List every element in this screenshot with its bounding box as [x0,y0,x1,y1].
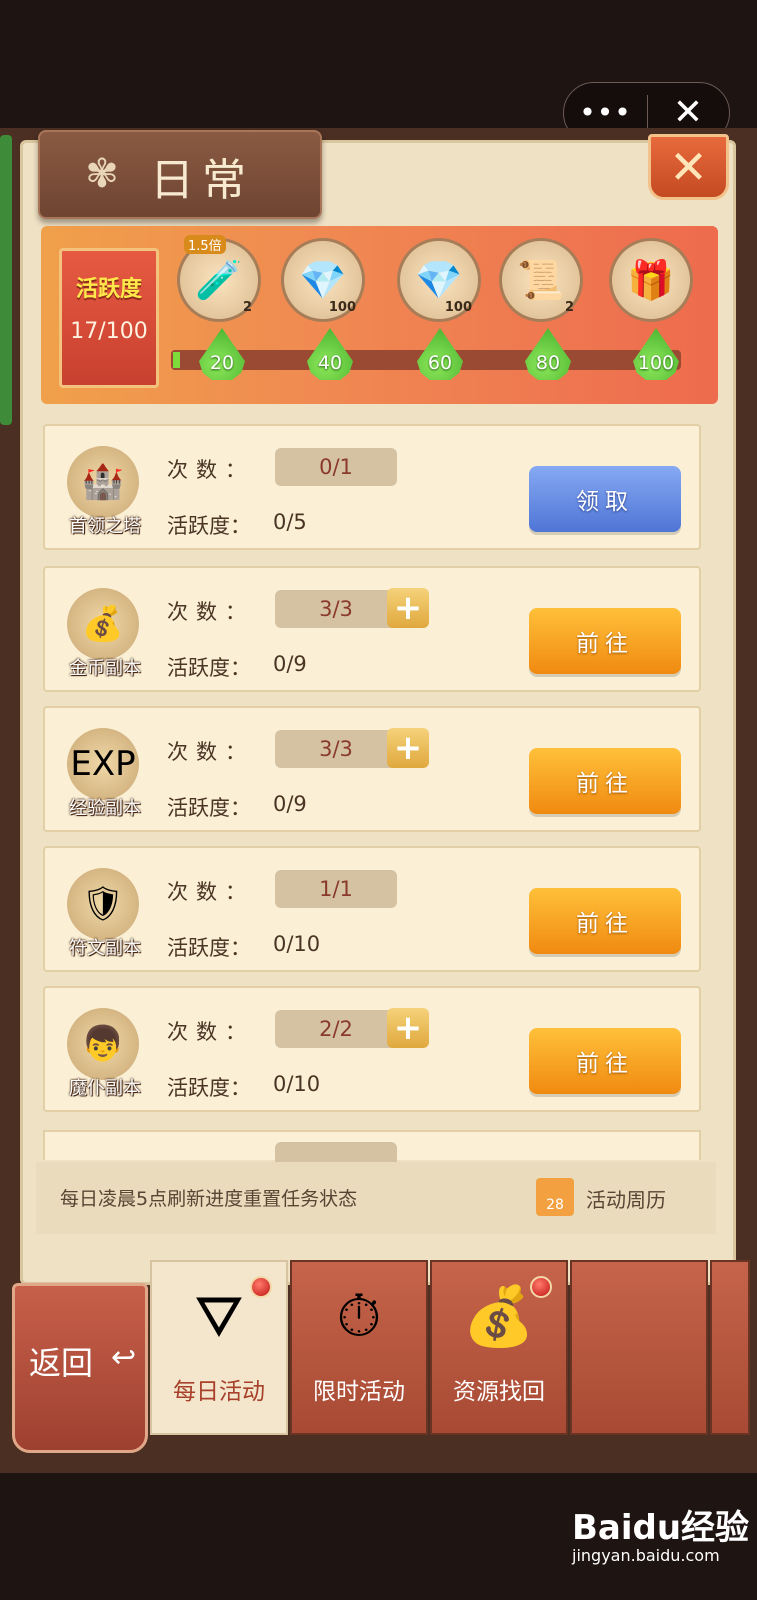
tab-item[interactable]: 💰 资源找回 [430,1260,568,1435]
times-value: 1/1 [275,870,397,908]
calendar-icon[interactable]: 28 [536,1178,574,1216]
back-label: 返回 [29,1344,94,1382]
add-times-button[interactable]: + [387,1008,429,1048]
times-label: 次数： [167,1020,254,1044]
tab-label: 每日活动 [173,1379,265,1405]
milestone-value: 80 [535,352,561,374]
activity-points-label: 活跃度： [167,656,251,680]
times-value: 3/3 [275,730,397,768]
gold-coins-icon: 💰 [67,588,139,660]
reward-count: 2 [242,300,252,315]
panel-title: 日常 [150,155,254,206]
refresh-note: 每日凌晨5点刷新进度重置任务状态 [60,1188,358,1210]
reward-multiplier-tag: 1.5倍 [184,235,226,254]
watermark-url: jingyan.baidu.com [572,1546,720,1565]
activity-value: 17/100 [70,319,148,344]
add-times-button[interactable]: + [387,588,429,628]
reward-count: 100 [328,300,356,315]
watermark-brand: Baidu经验 [572,1508,750,1548]
task-name: 金币副本 [69,658,141,679]
notification-dot [530,1276,552,1298]
milestone-value: 100 [637,352,675,374]
tab-item[interactable]: ⛛ 每日活动 [150,1260,288,1435]
milestone-value: 20 [209,352,235,374]
tab-empty-slot [570,1260,708,1435]
task-name: 首领之塔 [69,516,141,537]
go-button[interactable]: 前往 [529,608,681,674]
task-card: 💰 金币副本 次数： 3/3 + 活跃度： 0/9 前往 [43,566,701,692]
times-value: 3/3 [275,590,397,628]
exp-orb-icon: EXP [67,728,139,800]
task-card-partial [43,1130,701,1162]
reward-slot[interactable]: 💎 100 [397,238,481,322]
activity-points-value: 0/10 [273,932,321,956]
go-button[interactable]: 前往 [529,1028,681,1094]
activity-points-value: 0/10 [273,1072,321,1096]
panel-title-tab: ✾ 日常 [38,130,322,219]
activity-progress-fill [173,352,180,368]
go-button[interactable]: 前往 [529,748,681,814]
activity-reward-band: 活跃度 17/100 🧪 2 1.5倍 💎 100 💎 100 📜 2 🎁 20 40 60 80 100 [41,226,718,404]
tab-label: 限时活动 [313,1379,405,1405]
activity-points-label: 活跃度： [167,1076,251,1100]
character-icon: 👦 [67,1008,139,1080]
pinwheel-icon: ✾ [85,151,119,197]
milestone-drop-icon: 60 [417,328,463,380]
task-card: 👦 魔仆副本 次数： 2/2 + 活跃度： 0/10 前往 [43,986,701,1112]
activity-calendar-link[interactable]: 活动周历 [586,1184,666,1213]
activity-points-label: 活跃度： [167,514,251,538]
reward-slot[interactable]: 💎 100 [281,238,365,322]
back-button[interactable]: 返回 ↩ [12,1283,148,1453]
milestone-drop-icon: 100 [633,328,679,380]
refresh-footer: 每日凌晨5点刷新进度重置任务状态 28 活动周历 [36,1162,716,1234]
task-card: 🏰 首领之塔 次数： 0/1 活跃度： 0/5 领取 [43,424,701,550]
times-value: 0/1 [275,448,397,486]
back-arrow-icon: ↩ [111,1340,137,1375]
times-label: 次数： [167,600,254,624]
gift-box-icon: 🎁 [627,257,675,302]
go-button[interactable]: 前往 [529,888,681,954]
times-pill [275,1142,397,1162]
tab-empty-slot [710,1260,750,1435]
activity-points-value: 0/9 [273,652,307,676]
reward-slot[interactable]: 🎁 [609,238,693,322]
activity-points-value: 0/5 [273,510,307,534]
stopwatch-icon: ⏱ [336,1282,382,1350]
times-label: 次数： [167,740,254,764]
milestone-value: 60 [427,352,453,374]
task-name: 魔仆副本 [69,1078,141,1099]
panel-close-button[interactable]: ✕ [648,134,729,200]
times-label: 次数： [167,880,254,904]
task-name: 经验副本 [69,798,141,819]
task-card: 🛡 符文副本 次数： 1/1 活跃度： 0/10 前往 [43,846,701,972]
tower-icon: 🏰 [67,446,139,518]
milestone-drop-icon: 40 [307,328,353,380]
activity-points-label: 活跃度： [167,796,251,820]
green-ribbon-decoration [0,135,12,425]
reward-count: 2 [564,300,574,315]
claim-button[interactable]: 领取 [529,466,681,532]
tab-item[interactable]: ⏱ 限时活动 [290,1260,428,1435]
times-value: 2/2 [275,1010,397,1048]
activity-badge: 活跃度 17/100 [59,248,159,388]
reward-slot[interactable]: 🧪 2 1.5倍 [177,235,261,322]
task-name: 符文副本 [69,938,141,959]
activity-points-value: 0/9 [273,792,307,816]
task-card: EXP 经验副本 次数： 3/3 + 活跃度： 0/9 前往 [43,706,701,832]
rune-icon: 🛡 [67,868,139,940]
reward-count: 100 [444,300,472,315]
milestone-value: 40 [317,352,343,374]
reward-slot[interactable]: 📜 2 [499,238,583,322]
milestone-drop-icon: 20 [199,328,245,380]
add-times-button[interactable]: + [387,728,429,768]
activity-label: 活跃度 [75,277,142,302]
notification-dot [250,1276,272,1298]
milestone-drop-icon: 80 [525,328,571,380]
times-label: 次数： [167,458,254,482]
tab-label: 资源找回 [453,1379,545,1405]
activity-points-label: 活跃度： [167,936,251,960]
